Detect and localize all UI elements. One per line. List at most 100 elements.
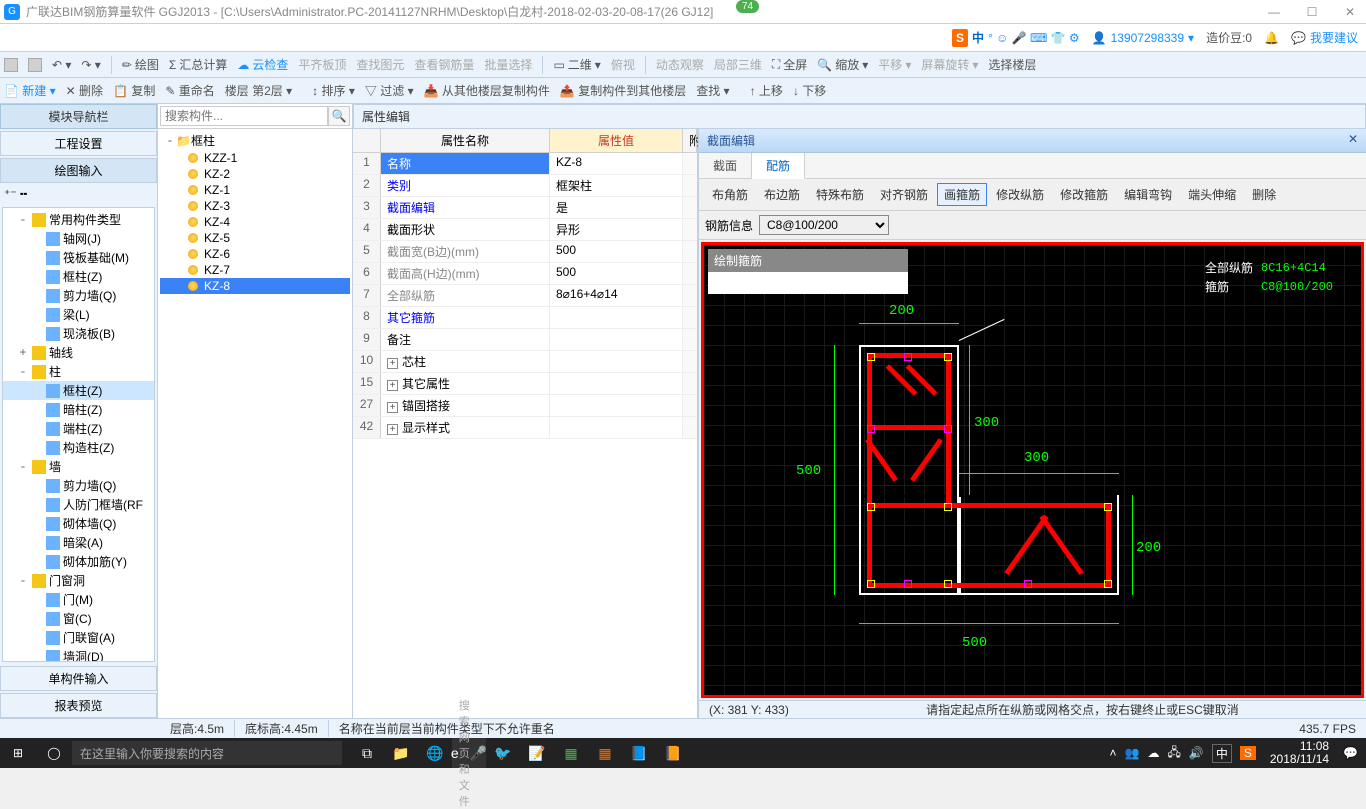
nav-tree-item[interactable]: 构造柱(Z) [3,438,154,457]
tb-save[interactable] [28,58,42,72]
tb2-find[interactable]: 查找 ▾ [696,82,729,99]
tb2-sort[interactable]: ↕ 排序 ▾ [312,82,355,99]
section-tool-删除[interactable]: 删除 [1245,183,1283,206]
close-button[interactable]: ✕ [1338,5,1362,19]
nav-tree-item[interactable]: 暗梁(A) [3,533,154,552]
nav-tree-item[interactable]: 墙洞(D) [3,647,154,662]
nav-tree-item[interactable]: 窗(C) [3,609,154,628]
maximize-button[interactable]: ☐ [1300,5,1324,19]
tb-flattop[interactable]: 平齐板顶 [298,56,346,73]
tb-2d[interactable]: ▭ 二维 ▾ [553,56,600,73]
taskview-icon[interactable]: ⧉ [350,738,384,768]
tb-fullscreen[interactable]: ⛶ 全屏 [772,56,807,73]
search-button[interactable]: 🔍 [328,106,350,126]
section-tool-端头伸缩[interactable]: 端头伸缩 [1181,183,1243,206]
comp-item[interactable]: KZ-4 [160,214,350,230]
tb-open[interactable] [4,58,18,72]
rebar-info-select[interactable]: C8@100/200 [759,215,889,235]
tray-notif-icon[interactable]: 💬 [1343,746,1358,760]
tb-app7[interactable]: ▦ [588,738,622,768]
comp-root[interactable]: -📁 框柱 [160,131,350,150]
tb-cloudcheck[interactable]: ☁ 云检查 [237,56,288,73]
tb-screenrot[interactable]: 屏幕旋转 ▾ [921,56,978,73]
prop-row[interactable]: 6截面高(H边)(mm)500 [353,263,697,285]
nav-tree-item[interactable]: 人防门框墙(RF [3,495,154,514]
tb2-rename[interactable]: ✎ 重命名 [165,82,214,99]
prop-row[interactable]: 9备注 [353,329,697,351]
comp-item[interactable]: KZZ-1 [160,150,350,166]
nav-proj-settings[interactable]: 工程设置 [0,131,157,156]
nav-tree-item[interactable]: 现浇板(B) [3,324,154,343]
nav-tree-item[interactable]: 轴网(J) [3,229,154,248]
section-tool-布边筋[interactable]: 布边筋 [757,183,807,206]
search-input[interactable] [160,106,328,126]
tb-undo[interactable]: ↶ ▾ [52,58,71,72]
tb-zoom[interactable]: 🔍 缩放 ▾ [817,56,868,73]
tb-batchsel[interactable]: 批量选择 [484,56,532,73]
prop-row[interactable]: 8其它箍筋 [353,307,697,329]
prop-row[interactable]: 27+锚固搭接 [353,395,697,417]
tray-ime-lang[interactable]: 中 [1212,744,1232,763]
draw-mode-input[interactable] [708,272,908,294]
nav-tree-item[interactable]: 梁(L) [3,305,154,324]
section-tool-特殊布筋[interactable]: 特殊布筋 [809,183,871,206]
tb-findview[interactable]: 查找图元 [356,56,404,73]
prop-row[interactable]: 5截面宽(B边)(mm)500 [353,241,697,263]
tb2-floor[interactable]: 楼层 第2层 ▾ [225,82,292,99]
prop-row[interactable]: 10+芯柱 [353,351,697,373]
tray-ime-s[interactable]: S [1240,746,1256,760]
category-tree[interactable]: -常用构件类型轴网(J)筏板基础(M)框柱(Z)剪力墙(Q)梁(L)现浇板(B)… [2,207,155,662]
prop-row[interactable]: 2类别框架柱 [353,175,697,197]
nav-tree-item[interactable]: 端柱(Z) [3,419,154,438]
section-tool-布角筋[interactable]: 布角筋 [705,183,755,206]
tab-section[interactable]: 截面 [699,153,752,178]
tray-clock[interactable]: 11:082018/11/14 [1264,740,1335,766]
comp-item[interactable]: KZ-3 [160,198,350,214]
nav-tree-item[interactable]: 剪力墙(Q) [3,286,154,305]
comp-item[interactable]: KZ-8 [160,278,350,294]
nav-tree-item[interactable]: +轴线 [3,343,154,362]
nav-tree-item[interactable]: 砌体墙(Q) [3,514,154,533]
section-tool-修改纵筋[interactable]: 修改纵筋 [989,183,1051,206]
tb-selectfloor[interactable]: 选择楼层 [988,56,1036,73]
comp-item[interactable]: KZ-2 [160,166,350,182]
tb-app1[interactable]: 📁 [384,738,418,768]
section-canvas[interactable]: 绘制箍筋 全部纵筋 8C16+4C14 箍筋 C8@100/200 [701,242,1364,698]
nav-tree-item[interactable]: 门联窗(A) [3,628,154,647]
comp-item[interactable]: KZ-6 [160,246,350,262]
tb2-new[interactable]: 📄 新建 ▾ [4,82,56,99]
section-tool-修改箍筋[interactable]: 修改箍筋 [1053,183,1115,206]
taskbar-search[interactable]: 在这里输入你要搜索的内容 [72,741,342,765]
nav-tree-item[interactable]: -墙 [3,457,154,476]
tb-app2[interactable]: 🌐 [418,738,452,768]
cortana-icon[interactable]: ◯ [36,738,72,768]
tb-app4[interactable]: 🐦 [486,738,520,768]
prop-row[interactable]: 7全部纵筋8⌀16+4⌀14 [353,285,697,307]
tray-up-icon[interactable]: ˄ [1110,746,1117,760]
nav-tree-item[interactable]: -柱 [3,362,154,381]
tb2-copy[interactable]: 📋 复制 [113,82,155,99]
start-button[interactable]: ⊞ [0,738,36,768]
feedback-button[interactable]: 💬 我要建议 [1291,29,1358,46]
prop-row[interactable]: 1名称KZ-8 [353,153,697,175]
comp-item[interactable]: KZ-1 [160,182,350,198]
nav-single-input[interactable]: 单构件输入 [0,666,157,691]
tray-cloud-icon[interactable]: ☁ [1148,746,1160,760]
tab-rebar[interactable]: 配筋 [752,153,805,179]
tray-people-icon[interactable]: 👥 [1125,746,1140,760]
tray-vol-icon[interactable]: 🔊 [1189,746,1204,760]
account-phone[interactable]: 👤 13907298339 ▾ [1092,31,1194,45]
section-tool-画箍筋[interactable]: 画箍筋 [937,183,987,206]
tb-topview[interactable]: 俯视 [611,56,635,73]
nav-tree-item[interactable]: 门(M) [3,590,154,609]
tb-app9[interactable]: 📙 [656,738,690,768]
tb2-delete[interactable]: ✕ 删除 [66,82,103,99]
tb2-filter[interactable]: ▽ 过滤 ▾ [365,82,414,99]
tb2-copyfromfloor[interactable]: 📥 从其他楼层复制构件 [424,82,550,99]
nav-tree-item[interactable]: -常用构件类型 [3,210,154,229]
section-close-icon[interactable]: ✕ [1348,132,1358,149]
section-tool-编辑弯钩[interactable]: 编辑弯钩 [1117,183,1179,206]
notify-icon[interactable]: 🔔 [1264,31,1279,45]
ime-tools[interactable]: ° ☺ 🎤 ⌨ 👕 ⚙ [988,31,1080,45]
tb-app6[interactable]: ▦ [554,738,588,768]
